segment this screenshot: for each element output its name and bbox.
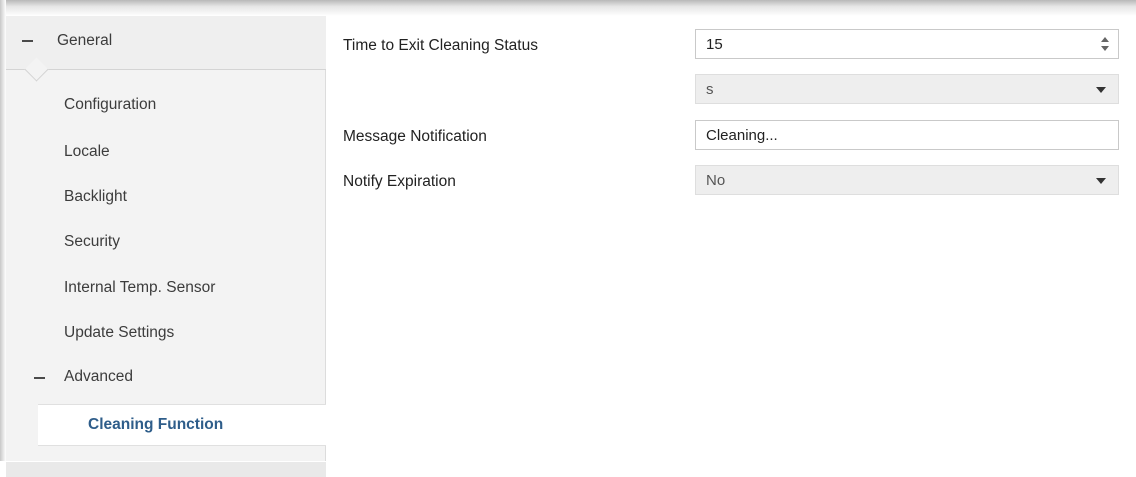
message-notification-input[interactable]: Cleaning...	[695, 120, 1119, 150]
message-notification-value: Cleaning...	[706, 127, 778, 144]
sidebar-item-backlight[interactable]: Backlight	[64, 188, 127, 206]
sidebar: General Configuration Locale Backlight S…	[6, 16, 326, 477]
sidebar-item-configuration[interactable]: Configuration	[64, 96, 156, 114]
sidebar-item-label: Advanced	[64, 368, 133, 385]
settings-panel: Time to Exit Cleaning Status 15 s Messag…	[326, 16, 1136, 461]
chevron-down-icon	[1096, 87, 1106, 93]
time-to-exit-stepper[interactable]: 15	[695, 29, 1119, 59]
collapse-minus-icon[interactable]	[22, 40, 33, 42]
spinner-arrows-icon[interactable]	[1100, 35, 1110, 53]
time-unit-value: s	[706, 81, 714, 98]
sidebar-item-update-settings[interactable]: Update Settings	[64, 324, 174, 342]
notify-expiration-select[interactable]: No	[695, 165, 1119, 195]
sidebar-item-security[interactable]: Security	[64, 233, 120, 251]
sidebar-item-general[interactable]: General	[6, 16, 326, 82]
sidebar-item-locale[interactable]: Locale	[64, 143, 110, 161]
sidebar-item-label: General	[57, 32, 113, 49]
notify-expiration-label: Notify Expiration	[343, 173, 456, 190]
spin-down-icon[interactable]	[1101, 46, 1109, 51]
time-unit-select[interactable]: s	[695, 74, 1119, 104]
sidebar-footer	[6, 462, 326, 477]
sidebar-item-internal-temp-sensor[interactable]: Internal Temp. Sensor	[64, 279, 215, 297]
sidebar-item-cleaning-function[interactable]: Cleaning Function	[38, 404, 326, 446]
time-to-exit-label: Time to Exit Cleaning Status	[343, 37, 538, 54]
collapse-minus-icon[interactable]	[34, 377, 45, 379]
sidebar-item-label: Cleaning Function	[88, 416, 224, 433]
window-frame: General Configuration Locale Backlight S…	[0, 0, 1136, 477]
notify-expiration-value: No	[706, 172, 726, 189]
top-shadow	[0, 0, 1136, 16]
chevron-down-icon	[1096, 178, 1106, 184]
time-to-exit-value: 15	[706, 36, 723, 53]
message-notification-label: Message Notification	[343, 128, 487, 145]
pointer-notch	[24, 57, 49, 82]
spin-up-icon[interactable]	[1101, 37, 1109, 42]
